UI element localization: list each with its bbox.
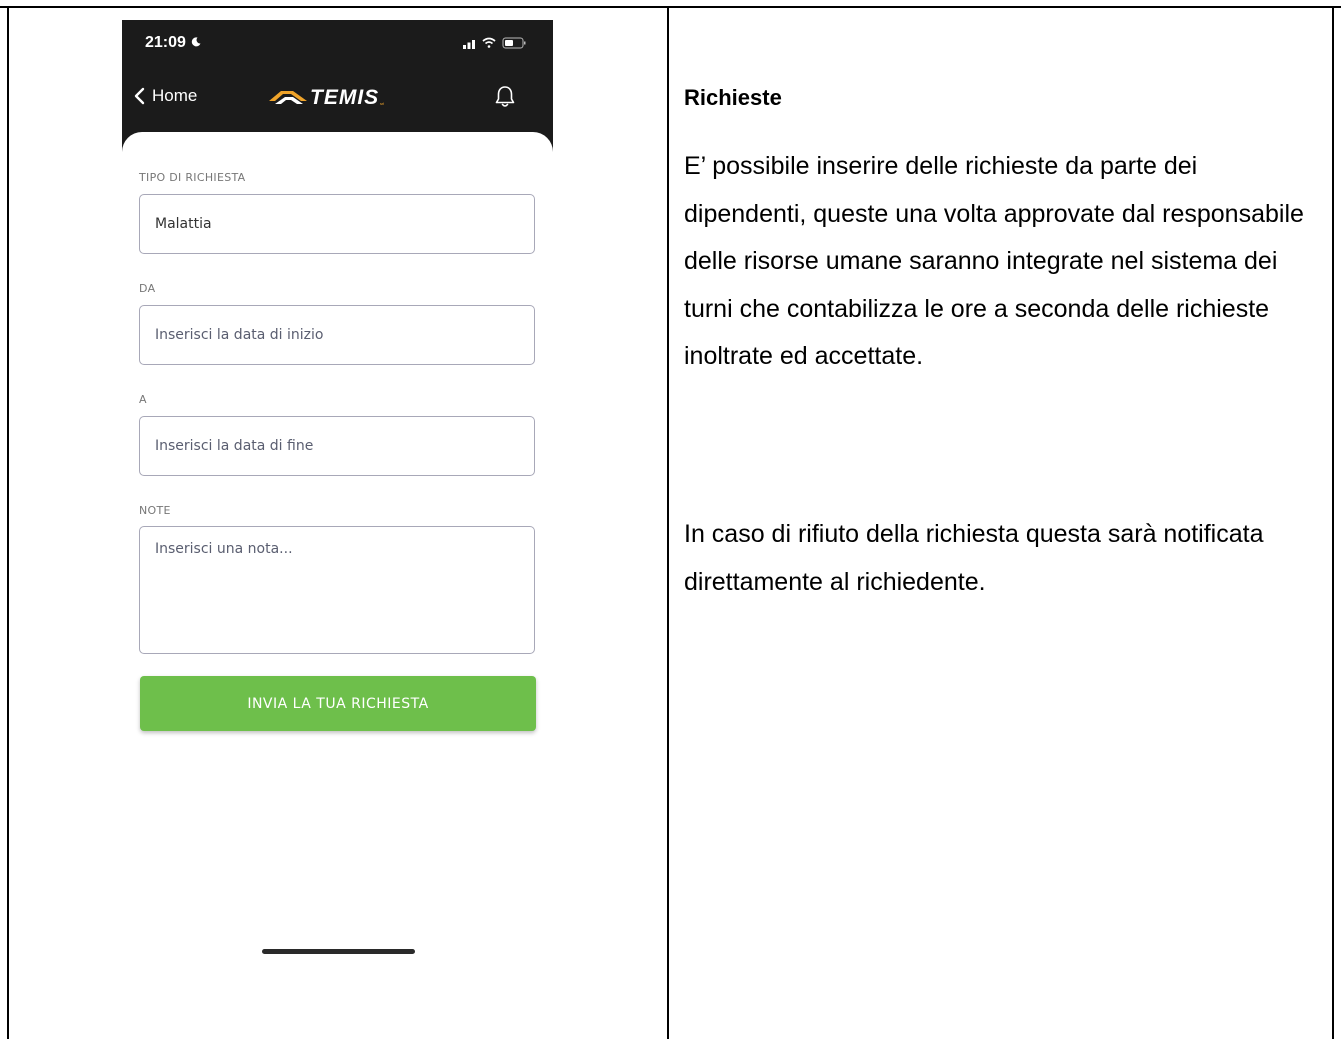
description-paragraph: E’ possibile inserire delle richieste da… — [684, 152, 1304, 370]
section-heading: Richieste — [684, 85, 782, 110]
status-bar-time: 21:09 — [145, 34, 201, 52]
temis-logo: TEMIS srl — [269, 86, 384, 109]
submit-request-button[interactable]: INVIA LA TUA RICHIESTA — [140, 676, 536, 731]
note-label: NOTE — [139, 504, 171, 517]
chevron-left-icon — [134, 87, 145, 105]
table-border-middle — [667, 6, 669, 1039]
status-bar-icons — [463, 37, 526, 49]
battery-icon — [502, 37, 526, 49]
table-border-right — [1332, 6, 1334, 1039]
logo-suffix: srl — [380, 101, 384, 106]
start-date-placeholder: Inserisci la data di inizio — [155, 327, 324, 343]
a-label: A — [139, 393, 147, 406]
tipo-richiesta-value: Malattia — [155, 216, 212, 232]
end-date-placeholder: Inserisci la data di fine — [155, 438, 314, 454]
table-border-top — [0, 6, 1341, 8]
logo-text: TEMIS — [310, 86, 379, 109]
rejection-paragraph: In caso di rifiuto della richiesta quest… — [684, 520, 1264, 596]
logo-wings-icon — [269, 91, 307, 104]
bell-icon[interactable] — [494, 84, 516, 110]
start-date-input[interactable]: Inserisci la data di inizio — [139, 305, 535, 365]
wifi-icon — [482, 37, 496, 48]
note-textarea[interactable]: Inserisci una nota... — [139, 526, 535, 654]
home-indicator[interactable] — [262, 949, 415, 954]
moon-icon — [191, 37, 201, 47]
note-placeholder: Inserisci una nota... — [155, 541, 293, 557]
phone-screenshot: 21:09 Home TEMIS srl TIPO DI RICHIESTA M… — [122, 20, 553, 1039]
tipo-richiesta-select[interactable]: Malattia — [139, 194, 535, 254]
back-button-label: Home — [152, 86, 198, 105]
back-button[interactable]: Home — [132, 86, 197, 106]
end-date-input[interactable]: Inserisci la data di fine — [139, 416, 535, 476]
signal-icon — [463, 40, 475, 49]
tipo-richiesta-label: TIPO DI RICHIESTA — [139, 171, 246, 184]
table-border-left — [7, 6, 9, 1039]
da-label: DA — [139, 282, 156, 295]
